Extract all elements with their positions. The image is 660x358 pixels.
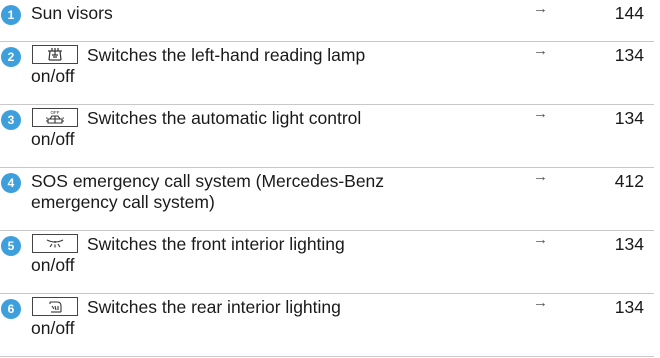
item-description-first-line: Switches the left-hand reading lamp bbox=[31, 45, 461, 66]
page-reference-arrow-icon: → bbox=[533, 231, 548, 248]
item-description-line: on/off bbox=[31, 318, 75, 338]
item-description: Switches the rear interior lighting on/o… bbox=[31, 297, 461, 339]
rear-interior-lighting-icon bbox=[32, 297, 78, 316]
item-description-line: SOS emergency call system (Mercedes-Benz bbox=[31, 171, 385, 191]
front-interior-lighting-icon bbox=[32, 234, 78, 253]
item-description-line: Switches the automatic light control bbox=[87, 108, 362, 128]
automatic-light-control-off-icon: OFF bbox=[32, 108, 78, 127]
page-reference-link[interactable]: 412 bbox=[615, 171, 644, 192]
item-description: Sun visors bbox=[31, 3, 461, 24]
item-number-badge: 3 bbox=[1, 110, 21, 130]
index-row-5: 5 Switches the front interior lighting o… bbox=[0, 231, 654, 294]
item-description: Switches the left-hand reading lamp on/o… bbox=[31, 45, 461, 87]
item-description-line: Switches the rear interior lighting bbox=[87, 297, 341, 317]
item-description-line: on/off bbox=[31, 255, 75, 275]
index-row-4: 4 SOS emergency call system (Mercedes-Be… bbox=[0, 168, 654, 231]
item-description-line: emergency call system) bbox=[31, 192, 215, 212]
index-row-1: 1 Sun visors → 144 bbox=[0, 0, 654, 42]
item-number-badge: 4 bbox=[1, 173, 21, 193]
item-number-badge: 5 bbox=[1, 236, 21, 256]
item-description-first-line: Switches the front interior lighting bbox=[31, 234, 461, 255]
index-row-2: 2 Switches the left-hand reading lamp on… bbox=[0, 42, 654, 105]
item-description-line: on/off bbox=[31, 66, 75, 86]
item-description-line: on/off bbox=[31, 129, 75, 149]
item-description: Switches the front interior lighting on/… bbox=[31, 234, 461, 276]
item-description-first-line: OFF Switches the automatic light control bbox=[31, 108, 461, 129]
item-number-badge: 2 bbox=[1, 47, 21, 67]
page-reference-arrow-icon: → bbox=[533, 168, 548, 185]
item-description-line: Sun visors bbox=[31, 3, 113, 23]
item-description: OFF Switches the automatic light control… bbox=[31, 108, 461, 150]
page-reference-link[interactable]: 134 bbox=[615, 234, 644, 255]
index-table: 1 Sun visors → 144 2 Switches the left-h… bbox=[0, 0, 654, 357]
item-description-line: Switches the left-hand reading lamp bbox=[87, 45, 366, 65]
index-row-6: 6 Switches the rear interior lighting on… bbox=[0, 294, 654, 357]
item-description-first-line: Switches the rear interior lighting bbox=[31, 297, 461, 318]
page-reference-arrow-icon: → bbox=[533, 105, 548, 122]
icon-off-label: OFF bbox=[51, 110, 60, 115]
item-description-line: Switches the front interior lighting bbox=[87, 234, 345, 254]
reading-lamp-left-icon bbox=[32, 45, 78, 64]
item-description: SOS emergency call system (Mercedes-Benz… bbox=[31, 171, 461, 213]
page-reference-link[interactable]: 144 bbox=[615, 3, 644, 24]
item-number-badge: 6 bbox=[1, 299, 21, 319]
page-reference-link[interactable]: 134 bbox=[615, 45, 644, 66]
page-reference-arrow-icon: → bbox=[533, 0, 548, 17]
page-reference-link[interactable]: 134 bbox=[615, 108, 644, 129]
page-reference-arrow-icon: → bbox=[533, 42, 548, 59]
page-reference-link[interactable]: 134 bbox=[615, 297, 644, 318]
page-reference-arrow-icon: → bbox=[533, 294, 548, 311]
index-row-3: 3 OFF Switches the automatic light contr… bbox=[0, 105, 654, 168]
item-number-badge: 1 bbox=[1, 5, 21, 25]
